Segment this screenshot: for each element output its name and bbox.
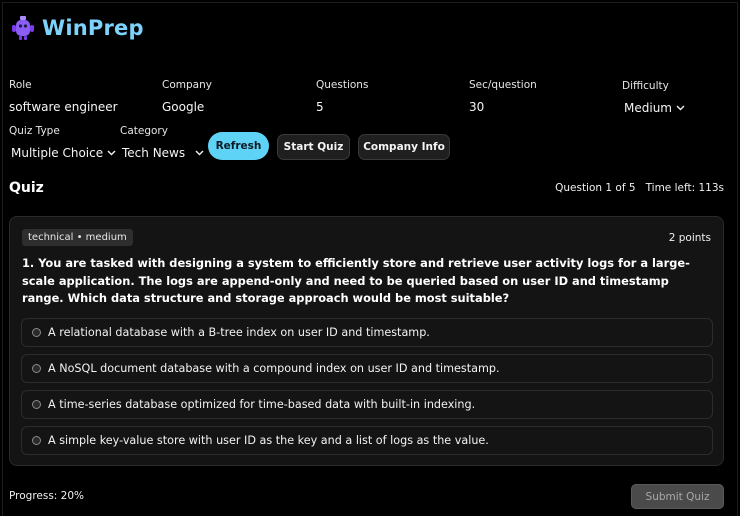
question-text: 1. You are tasked with designing a syste… bbox=[22, 256, 690, 305]
chevron-down-icon bbox=[195, 150, 204, 156]
radio-button[interactable] bbox=[32, 400, 41, 409]
app-title: WinPrep bbox=[42, 16, 144, 40]
questions-label: Questions bbox=[316, 79, 369, 91]
role-label: Role bbox=[9, 79, 32, 91]
quiz-type-label: Quiz Type bbox=[9, 125, 60, 137]
chevron-down-icon bbox=[107, 150, 116, 156]
submit-quiz-button[interactable]: Submit Quiz bbox=[631, 484, 724, 509]
answer-option-4[interactable]: A simple key-value store with user ID as… bbox=[21, 426, 713, 455]
role-input[interactable]: software engineer bbox=[9, 100, 118, 114]
answer-option-text: A relational database with a B-tree inde… bbox=[48, 326, 430, 339]
category-value: Tech News bbox=[122, 146, 186, 160]
quiz-meta: Question 1 of 5 Time left: 113s bbox=[555, 182, 724, 194]
quiz-type-select[interactable]: Multiple Choice bbox=[11, 146, 116, 160]
radio-button[interactable] bbox=[32, 364, 41, 373]
questions-input[interactable]: 5 bbox=[316, 100, 324, 114]
answer-option-text: A simple key-value store with user ID as… bbox=[48, 434, 489, 447]
company-label: Company bbox=[162, 79, 212, 91]
question-tag: technical • medium bbox=[22, 229, 133, 246]
app-header: WinPrep bbox=[12, 16, 144, 40]
difficulty-label: Difficulty bbox=[622, 80, 669, 92]
time-left: Time left: 113s bbox=[645, 182, 724, 194]
answer-option-2[interactable]: A NoSQL document database with a compoun… bbox=[21, 354, 713, 383]
difficulty-select[interactable]: Medium bbox=[624, 101, 685, 115]
chevron-down-icon bbox=[676, 105, 685, 111]
radio-button[interactable] bbox=[32, 436, 41, 445]
progress-label: Progress: 20% bbox=[9, 490, 85, 502]
sec-per-question-label: Sec/question bbox=[469, 79, 537, 91]
sec-per-question-input[interactable]: 30 bbox=[469, 100, 484, 114]
refresh-button[interactable]: Refresh bbox=[208, 132, 269, 160]
start-quiz-button[interactable]: Start Quiz bbox=[277, 134, 350, 160]
category-select[interactable]: Tech News bbox=[122, 146, 204, 160]
company-input[interactable]: Google bbox=[162, 100, 204, 114]
category-label: Category bbox=[120, 125, 168, 137]
radio-button[interactable] bbox=[32, 328, 41, 337]
answer-option-text: A time-series database optimized for tim… bbox=[48, 398, 476, 411]
quiz-section-title: Quiz bbox=[9, 180, 44, 196]
answer-option-1[interactable]: A relational database with a B-tree inde… bbox=[21, 318, 713, 347]
question-counter: Question 1 of 5 bbox=[555, 182, 636, 194]
quiz-type-value: Multiple Choice bbox=[11, 146, 104, 160]
answer-option-text: A NoSQL document database with a compoun… bbox=[48, 362, 500, 375]
question-points: 2 points bbox=[668, 232, 711, 244]
question-card: technical • medium 2 points 1. You are t… bbox=[9, 216, 724, 466]
answer-option-3[interactable]: A time-series database optimized for tim… bbox=[21, 390, 713, 419]
difficulty-value: Medium bbox=[624, 101, 672, 115]
company-info-button[interactable]: Company Info bbox=[358, 134, 450, 160]
robot-icon bbox=[12, 16, 34, 40]
